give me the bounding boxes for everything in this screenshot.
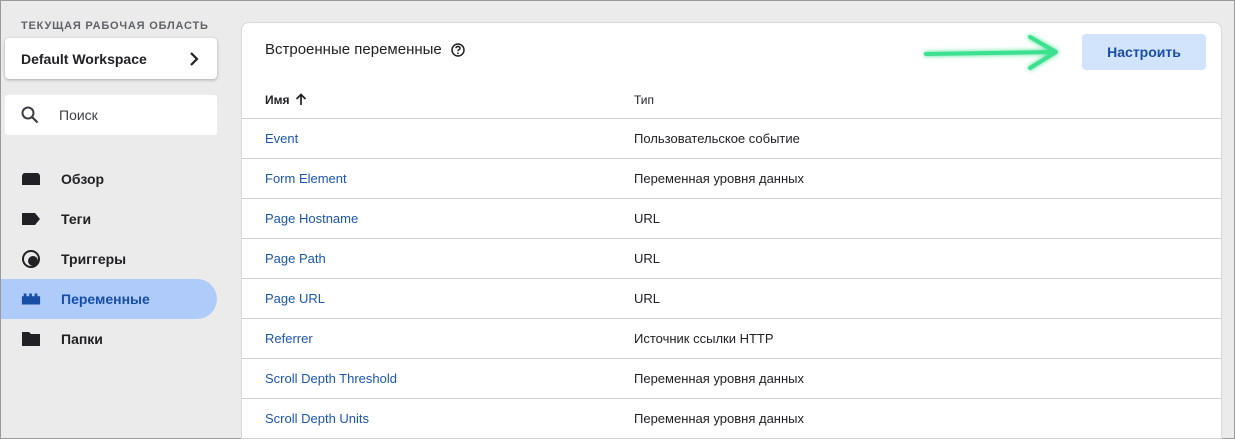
arrow-right-icon [924,35,1058,70]
configure-button[interactable]: Настроить [1082,34,1206,70]
variable-name-link[interactable]: Form Element [265,171,347,186]
card-header: Встроенные переменные [265,41,465,58]
variables-table: Event Пользовательское событие Form Elem… [242,119,1221,439]
sidebar-item-overview[interactable]: Обзор [1,159,217,199]
variables-icon [21,289,41,309]
search-icon [21,106,39,124]
table-row: Event Пользовательское событие [242,119,1221,159]
page-title: Встроенные переменные [265,41,442,58]
variable-type: Переменная уровня данных [634,371,805,386]
overview-icon [21,169,41,189]
table-row: Form Element Переменная уровня данных [242,159,1221,199]
sidebar-item-variables[interactable]: Переменные [1,279,217,319]
variable-name-link[interactable]: Page Path [265,251,326,266]
variable-name-link[interactable]: Page URL [265,291,325,306]
variable-type: URL [634,291,661,306]
builtin-variables-card: Встроенные переменные Настроить Имя Тип … [241,22,1222,439]
search-box[interactable] [5,95,217,135]
table-row: Page Hostname URL [242,199,1221,239]
table-header: Имя Тип [242,81,1221,119]
table-row: Page Path URL [242,239,1221,279]
variable-name-link[interactable]: Page Hostname [265,211,358,226]
sidebar-nav: Обзор Теги Триггеры Переменные Папки [1,159,217,359]
variable-name-link[interactable]: Scroll Depth Units [265,411,369,426]
variable-type: Переменная уровня данных [634,411,805,426]
table-row: Page URL URL [242,279,1221,319]
trigger-icon [21,249,41,269]
help-icon[interactable] [451,42,465,57]
workspace-selector[interactable]: Default Workspace [5,38,217,79]
variable-type: Пользовательское событие [634,131,800,146]
column-header-name-label: Имя [265,92,290,107]
table-row: Referrer Источник ссылки HTTP [242,319,1221,359]
sidebar-item-label: Обзор [61,171,105,187]
variable-type: URL [634,211,661,226]
variable-type: URL [634,251,661,266]
workspace-name: Default Workspace [21,50,147,67]
workspace-caption: ТЕКУЩАЯ РАБОЧАЯ ОБЛАСТЬ [21,20,209,32]
tag-icon [21,209,41,229]
sidebar-item-label: Триггеры [61,251,127,267]
sidebar-item-label: Теги [61,211,92,227]
table-row: Scroll Depth Threshold Переменная уровня… [242,359,1221,399]
sidebar-item-tags[interactable]: Теги [1,199,217,239]
variable-name-link[interactable]: Referrer [265,331,313,346]
variable-name-link[interactable]: Event [265,131,298,146]
table-row: Scroll Depth Units Переменная уровня дан… [242,399,1221,439]
variable-name-link[interactable]: Scroll Depth Threshold [265,371,397,386]
sidebar-item-label: Переменные [61,291,150,307]
column-header-type: Тип [634,92,655,107]
chevron-right-icon [189,51,203,66]
arrow-up-icon [295,93,306,105]
sidebar-item-label: Папки [61,331,103,347]
variable-type: Источник ссылки HTTP [634,331,774,346]
sidebar: ТЕКУЩАЯ РАБОЧАЯ ОБЛАСТЬ Default Workspac… [1,1,229,439]
variable-type: Переменная уровня данных [634,171,805,186]
folder-icon [21,329,41,349]
column-header-name[interactable]: Имя [265,93,307,107]
sidebar-item-triggers[interactable]: Триггеры [1,239,217,279]
sidebar-item-folders[interactable]: Папки [1,319,217,359]
search-input[interactable] [59,107,199,123]
